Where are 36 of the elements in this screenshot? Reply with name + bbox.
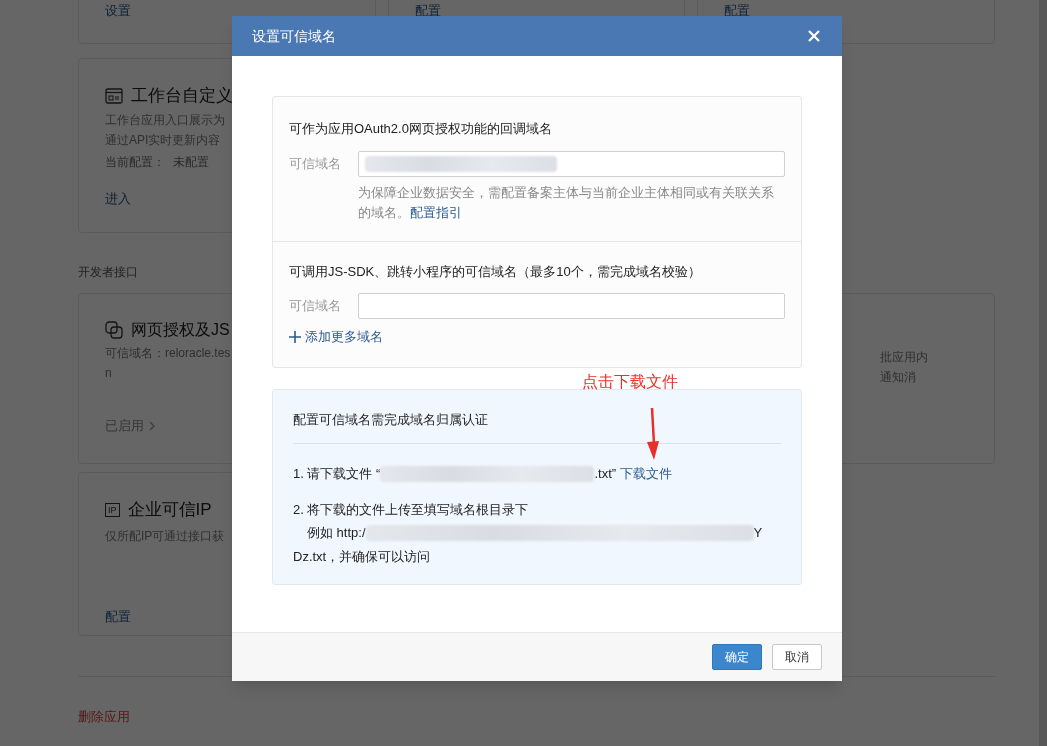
chevron-right-icon <box>148 419 156 432</box>
step-text: 1. 请下载文件 “ <box>293 465 381 483</box>
add-domain-link[interactable]: 添加更多域名 <box>289 327 383 347</box>
annotation-text: 点击下载文件 <box>582 372 678 392</box>
ip-icon: IP <box>105 502 120 517</box>
plus-icon <box>289 330 301 343</box>
example-text: Y <box>753 524 763 542</box>
example-text: 例如 http:/ <box>307 524 366 542</box>
card-title: 工作台自定义 <box>131 85 233 107</box>
card-link[interactable]: 设置 <box>105 3 131 18</box>
card-title: 网页授权及JS <box>131 320 230 340</box>
verify-title: 配置可信域名需完成域名归属认证 <box>293 409 781 444</box>
close-button[interactable] <box>806 28 822 44</box>
copy-icon <box>105 321 123 339</box>
annotation-arrow <box>646 408 660 460</box>
section-heading: 可作为应用OAuth2.0网页授权功能的回调域名 <box>289 120 553 138</box>
field-label: 可信域名 <box>289 154 342 173</box>
download-link[interactable]: 下载文件 <box>620 464 673 484</box>
section-label: 开发者接口 <box>78 264 138 281</box>
field-label: 可信域名 <box>289 297 342 316</box>
card-link[interactable]: 配置 <box>414 3 441 18</box>
dialog-title: 设置可信域名 <box>252 26 336 46</box>
delete-link[interactable]: 删除应用 <box>78 709 130 724</box>
step-text: 2. 将下载的文件上传至填写域名根目录下 <box>293 500 530 519</box>
hint-text: 为保障企业数据安全，需配置备案主体与当前企业主体相同或有关联关系的域名。配置指引 <box>358 184 775 222</box>
domain-field[interactable] <box>358 150 785 177</box>
domain-field[interactable] <box>358 293 785 319</box>
card-link[interactable]: 配置 <box>724 3 751 18</box>
cancel-button[interactable]: 取消 <box>772 644 822 670</box>
confirm-button[interactable]: 确定 <box>712 644 762 670</box>
example-text: Dz.txt，并确保可以访问 <box>293 547 432 566</box>
card-title: 企业可信IP <box>127 499 212 521</box>
step-text: .txt” <box>594 465 617 483</box>
section-heading: 可调用JS-SDK、跳转小程序的可信域名（最多10个，需完成域名校验） <box>289 262 702 281</box>
guide-link[interactable]: 配置指引 <box>410 205 462 220</box>
window-icon <box>105 87 123 104</box>
